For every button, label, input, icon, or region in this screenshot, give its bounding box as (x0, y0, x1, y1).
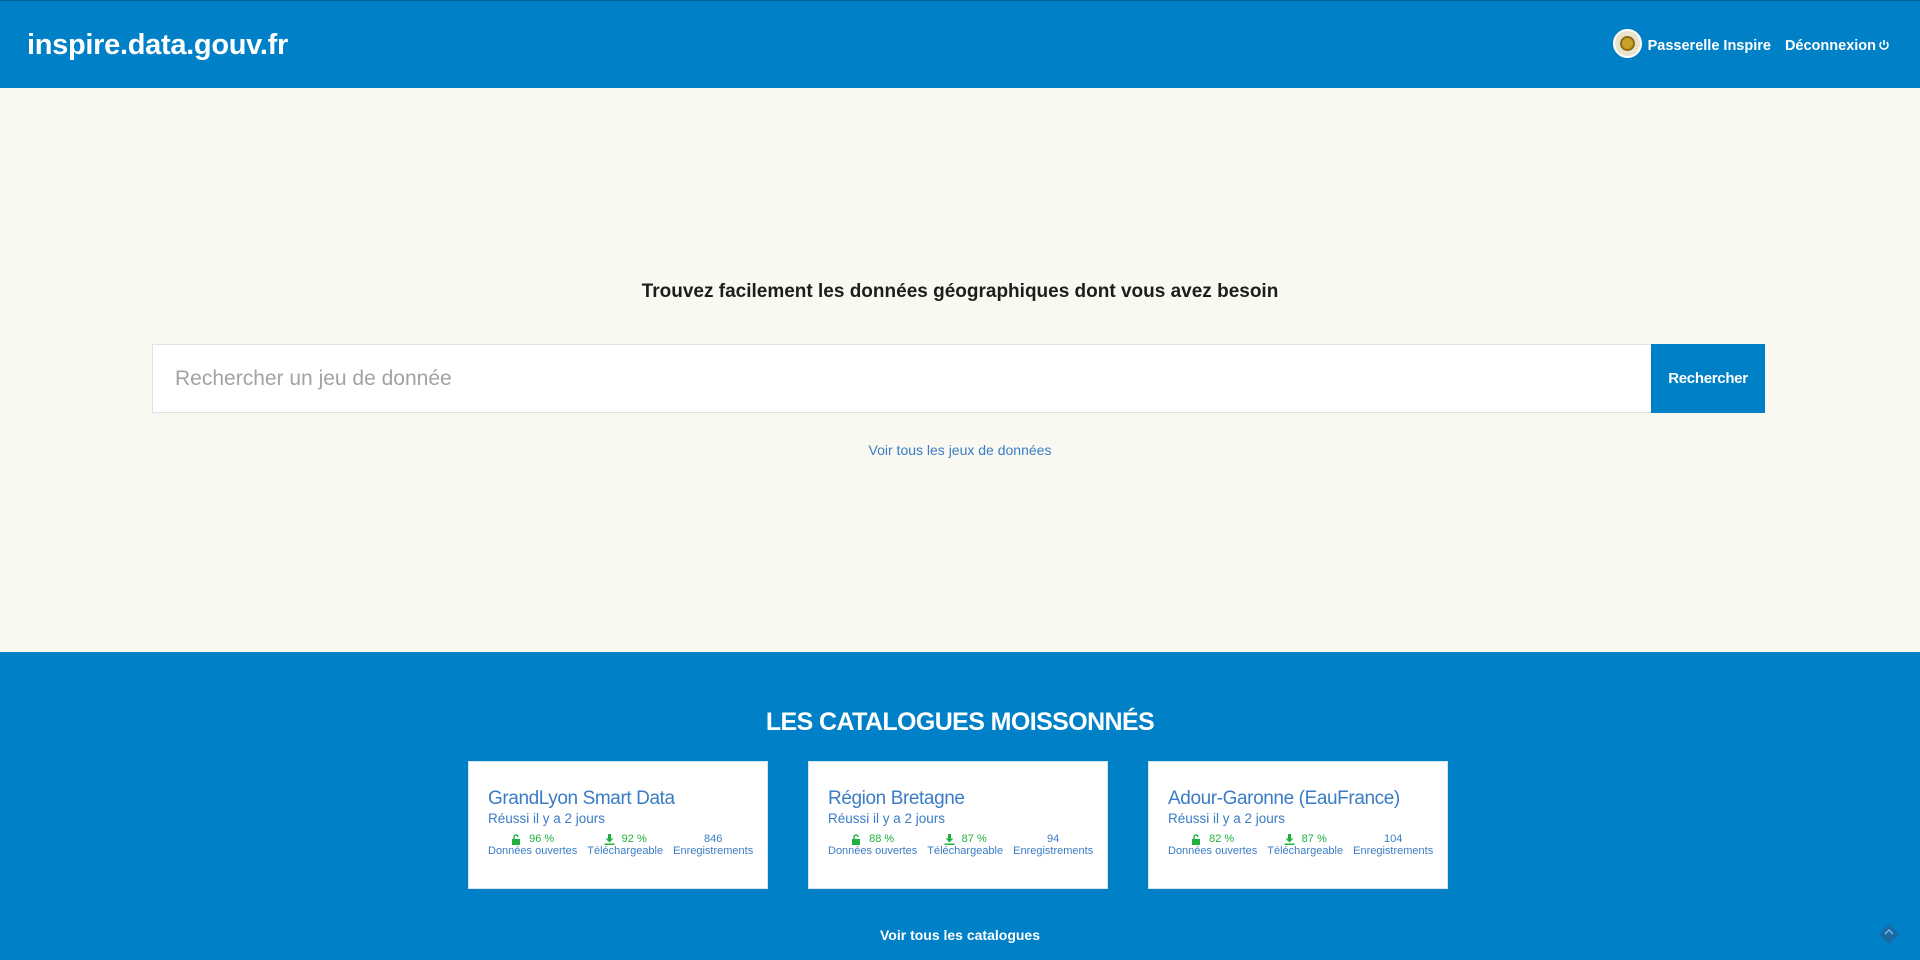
stat-downloadable-value: 87 % (961, 833, 987, 845)
catalog-name[interactable]: Région Bretagne (828, 788, 1088, 810)
stat-open-data-label: Données ouvertes (1168, 845, 1258, 857)
hero-section: Trouvez facilement les données géographi… (0, 88, 1920, 652)
catalog-status: Réussi il y a 2 jours (488, 811, 606, 826)
power-icon (1878, 38, 1890, 54)
stat-open-data: 82 % Données ouvertes (1168, 833, 1257, 858)
avatar-icon[interactable] (1612, 29, 1642, 58)
stat-downloadable-label: Téléchargeable (587, 845, 664, 857)
all-datasets-link[interactable]: Voir tous les jeux de données (0, 442, 1920, 458)
stat-open-data-label: Données ouvertes (828, 845, 918, 857)
stat-downloadable-label: Téléchargeable (927, 845, 1004, 857)
user-menu: Passerelle Inspire Déconnexion (1612, 29, 1890, 58)
stat-records: 846 Enregistrements (673, 833, 753, 858)
download-icon (944, 833, 956, 845)
stat-records: 94 Enregistrements (1013, 833, 1093, 858)
user-name-link[interactable]: Passerelle Inspire (1648, 38, 1771, 54)
site-brand[interactable]: inspire.data.gouv.fr (27, 29, 288, 62)
stat-records-value: 846 (703, 833, 723, 845)
catalog-stats: 96 % Données ouvertes 92 % Téléchargeabl… (488, 833, 753, 858)
unlock-icon (1191, 833, 1203, 845)
catalog-stats: 82 % Données ouvertes 87 % Téléchargeabl… (1168, 833, 1433, 858)
all-catalogs-link[interactable]: Voir tous les catalogues (0, 927, 1920, 943)
diamond-widget-icon[interactable] (1878, 923, 1900, 945)
stat-records-label: Enregistrements (1353, 845, 1434, 857)
download-icon (604, 833, 616, 845)
search-button[interactable]: Rechercher (1651, 344, 1765, 413)
catalog-name[interactable]: Adour-Garonne (EauFrance) (1168, 788, 1428, 810)
stat-downloadable-value: 92 % (621, 833, 647, 845)
stat-records-label: Enregistrements (673, 845, 754, 857)
stat-open-data-value: 88 % (869, 833, 895, 845)
stat-records-label: Enregistrements (1013, 845, 1094, 857)
stat-open-data-label: Données ouvertes (488, 845, 578, 857)
search-input[interactable] (152, 344, 1651, 413)
stat-downloadable: 87 % Téléchargeable (927, 833, 1003, 858)
top-header: inspire.data.gouv.fr Passerelle Inspire … (0, 0, 1920, 88)
stat-open-data-value: 82 % (1209, 833, 1235, 845)
unlock-icon (851, 833, 863, 845)
catalogs-title: LES CATALOGUES MOISSONNÉS (765, 708, 1155, 736)
stat-downloadable-label: Téléchargeable (1267, 845, 1344, 857)
catalog-card[interactable]: Région Bretagne Réussi il y a 2 jours 88… (808, 761, 1108, 889)
stat-open-data: 96 % Données ouvertes (488, 833, 577, 858)
download-icon (1284, 833, 1296, 845)
catalog-status: Réussi il y a 2 jours (828, 811, 946, 826)
catalog-status: Réussi il y a 2 jours (1168, 811, 1286, 826)
stat-downloadable-value: 87 % (1301, 833, 1327, 845)
catalog-name[interactable]: GrandLyon Smart Data (488, 788, 748, 810)
stat-records-value: 94 (1047, 833, 1060, 845)
logout-label: Déconnexion (1784, 37, 1876, 54)
catalogs-section: LES CATALOGUES MOISSONNÉS GrandLyon Smar… (0, 652, 1920, 960)
stat-downloadable: 87 % Téléchargeable (1267, 833, 1343, 858)
stat-open-data: 88 % Données ouvertes (828, 833, 917, 858)
logout-button[interactable]: Déconnexion (1785, 38, 1890, 54)
search-form: Rechercher (152, 344, 1765, 413)
catalog-stats: 88 % Données ouvertes 87 % Téléchargeabl… (828, 833, 1093, 858)
catalog-card[interactable]: Adour-Garonne (EauFrance) Réussi il y a … (1148, 761, 1448, 889)
catalog-card[interactable]: GrandLyon Smart Data Réussi il y a 2 jou… (468, 761, 768, 889)
unlock-icon (511, 833, 523, 845)
stat-records: 104 Enregistrements (1353, 833, 1433, 858)
stat-records-value: 104 (1383, 833, 1403, 845)
hero-title: Trouvez facilement les données géographi… (641, 281, 1279, 302)
stat-open-data-value: 96 % (529, 833, 555, 845)
catalog-cards: GrandLyon Smart Data Réussi il y a 2 jou… (468, 761, 1448, 889)
stat-downloadable: 92 % Téléchargeable (587, 833, 663, 858)
